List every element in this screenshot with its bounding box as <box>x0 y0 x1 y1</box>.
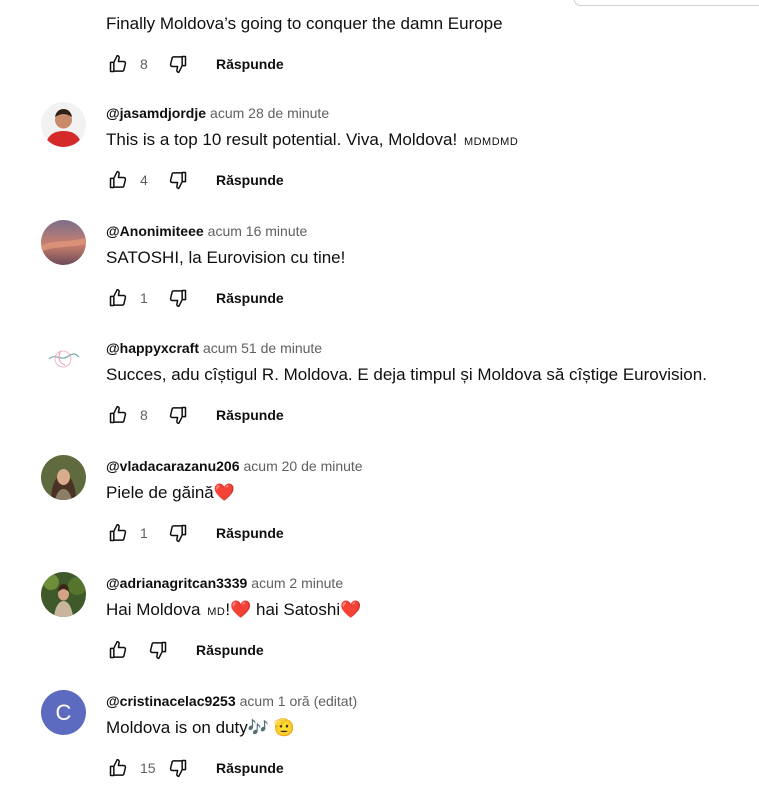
author-name[interactable]: @cristinacelac9253 <box>106 693 236 709</box>
comment-time[interactable]: acum 51 de minute <box>203 340 322 356</box>
thumbs-down-icon <box>169 289 187 308</box>
dislike-button[interactable] <box>166 168 190 192</box>
flag-text: MD <box>207 606 226 618</box>
like-count: 8 <box>140 407 148 423</box>
panel-edge <box>574 0 759 6</box>
thumbs-up-icon <box>109 523 127 542</box>
dislike-button[interactable] <box>146 638 170 662</box>
like-button[interactable] <box>106 168 130 192</box>
author-name[interactable]: @vladacarazanu206 <box>106 458 240 474</box>
avatar[interactable]: C <box>41 690 86 735</box>
dislike-button[interactable] <box>166 286 190 310</box>
thumbs-up-icon <box>109 170 127 189</box>
comment-text-main: Moldova is on duty <box>106 718 248 737</box>
flag-text: MDMDMD <box>463 136 519 148</box>
dislike-button[interactable] <box>166 403 190 427</box>
thumbs-down-icon <box>169 171 187 190</box>
comment-text: SATOSHI, la Eurovision cu tine! <box>106 248 346 267</box>
comment-text: Piele de găină❤️ <box>106 483 235 503</box>
comment-actions: 4 Răspunde <box>106 168 284 192</box>
author-name[interactable]: @Anonimiteee <box>106 223 204 239</box>
like-count: 1 <box>140 290 148 306</box>
comment-actions: Răspunde <box>106 638 264 662</box>
like-count: 15 <box>140 760 156 776</box>
comment-time[interactable]: acum 1 oră (editat) <box>240 693 358 709</box>
thumbs-up-icon <box>109 288 127 307</box>
heart-emoji: ❤️ <box>213 483 235 502</box>
like-button[interactable] <box>106 286 130 310</box>
avatar[interactable] <box>41 572 86 617</box>
comment-actions: 15 Răspunde <box>106 756 284 780</box>
comment-header: @happyxcraft acum 51 de minute <box>106 340 322 356</box>
thumbs-down-icon <box>169 55 187 74</box>
comment-text-main: This is a top 10 result potential. Viva,… <box>106 130 458 149</box>
comment-header: @cristinacelac9253 acum 1 oră (editat) <box>106 693 357 709</box>
comment-text-c: hai Satoshi <box>255 600 341 619</box>
comment-text: Finally Moldova’s going to conquer the d… <box>106 14 503 33</box>
thumbs-up-icon <box>109 640 127 659</box>
avatar[interactable] <box>41 220 86 265</box>
reply-button[interactable]: Răspunde <box>216 760 284 776</box>
comment-text: Moldova is on duty🎶 🫡 <box>106 718 295 738</box>
reply-button[interactable]: Răspunde <box>216 56 284 72</box>
thumbs-down-icon <box>169 524 187 543</box>
comment-actions: 1 Răspunde <box>106 286 284 310</box>
like-button[interactable] <box>106 756 130 780</box>
like-count: 8 <box>140 56 148 72</box>
dislike-button[interactable] <box>166 756 190 780</box>
heart-emoji: ❤️ <box>340 600 362 619</box>
avatar[interactable] <box>41 102 86 147</box>
comment-header: @jasamdjordje acum 28 de minute <box>106 105 329 121</box>
avatar[interactable] <box>41 455 86 500</box>
comment-actions: 8 Răspunde <box>106 52 284 76</box>
author-name[interactable]: @jasamdjordje <box>106 105 206 121</box>
reply-button[interactable]: Răspunde <box>216 407 284 423</box>
comment-actions: 1 Răspunde <box>106 521 284 545</box>
comment-text: Succes, adu cîștigul R. Moldova. E deja … <box>106 365 707 384</box>
comment-header: @adrianagritcan3339 acum 2 minute <box>106 575 343 591</box>
like-count: 4 <box>140 172 148 188</box>
comment-text-a: Hai Moldova <box>106 600 201 619</box>
comment-time[interactable]: acum 16 minute <box>208 223 308 239</box>
comment-time[interactable]: acum 2 minute <box>251 575 343 591</box>
author-name[interactable]: @adrianagritcan3339 <box>106 575 247 591</box>
comment-time[interactable]: acum 20 de minute <box>244 458 363 474</box>
like-button[interactable] <box>106 52 130 76</box>
like-count: 1 <box>140 525 148 541</box>
reply-button[interactable]: Răspunde <box>216 525 284 541</box>
comment-text: Hai Moldova MD!❤️ hai Satoshi❤️ <box>106 600 361 620</box>
comment-text-main: Piele de găină <box>106 483 214 502</box>
reply-button[interactable]: Răspunde <box>216 172 284 188</box>
comment-actions: 8 Răspunde <box>106 403 284 427</box>
reply-button[interactable]: Răspunde <box>196 642 264 658</box>
avatar-letter: C <box>55 699 72 725</box>
thumbs-up-icon <box>109 405 127 424</box>
avatar[interactable] <box>41 337 86 382</box>
thumbs-down-icon <box>149 641 167 660</box>
dislike-button[interactable] <box>166 521 190 545</box>
thumbs-up-icon <box>109 54 127 73</box>
dislike-button[interactable] <box>166 52 190 76</box>
comment-header: @vladacarazanu206 acum 20 de minute <box>106 458 363 474</box>
like-button[interactable] <box>106 403 130 427</box>
like-button[interactable] <box>106 521 130 545</box>
salute-emoji: 🫡 <box>273 718 295 737</box>
author-name[interactable]: @happyxcraft <box>106 340 199 356</box>
comment-text: This is a top 10 result potential. Viva,… <box>106 130 518 150</box>
thumbs-up-icon <box>109 758 127 777</box>
thumbs-down-icon <box>169 759 187 778</box>
comment-time[interactable]: acum 28 de minute <box>210 105 329 121</box>
music-notes-emoji: 🎶 <box>247 718 269 737</box>
comment-header: @Anonimiteee acum 16 minute <box>106 223 307 239</box>
heart-emoji: ❤️ <box>230 600 252 619</box>
reply-button[interactable]: Răspunde <box>216 290 284 306</box>
thumbs-down-icon <box>169 406 187 425</box>
like-button[interactable] <box>106 638 130 662</box>
